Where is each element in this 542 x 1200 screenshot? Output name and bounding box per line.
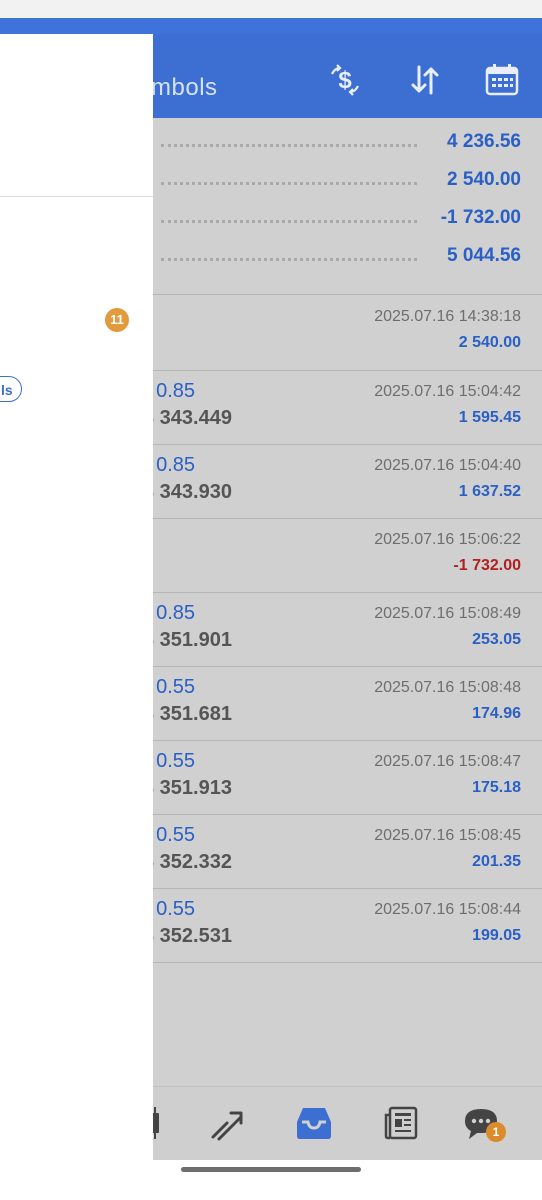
list-item[interactable]: / 0.85 3 343.930 2025.07.16 15:04:40 1 6… xyxy=(153,445,542,518)
drawer-pill-button[interactable]: ls xyxy=(0,376,22,402)
deal-time: 2025.07.16 15:04:42 xyxy=(374,383,521,400)
notification-badge: 11 xyxy=(105,308,129,332)
summary-row: 2 540.00 xyxy=(153,166,542,204)
calendar-icon[interactable] xyxy=(482,60,522,100)
deal-amount: 253.05 xyxy=(472,631,521,648)
deal-time: 2025.07.16 15:04:40 xyxy=(374,457,521,474)
list-item[interactable]: / 0.85 3 343.449 2025.07.16 15:04:42 1 5… xyxy=(153,371,542,444)
deal-volume: / 0.55 xyxy=(153,898,196,920)
deal-time: 2025.07.16 15:08:45 xyxy=(374,827,521,844)
list-item[interactable]: 2025.07.16 15:06:22 -1 732.00 xyxy=(153,519,542,592)
deal-price: 3 352.332 xyxy=(153,851,232,873)
summary-row: -1 732.00 xyxy=(153,204,542,242)
divider xyxy=(153,962,542,963)
deal-time: 2025.07.16 14:38:18 xyxy=(374,308,521,325)
deposit-dollar-icon[interactable]: $ xyxy=(325,60,365,100)
news-icon[interactable] xyxy=(380,1101,424,1145)
deal-amount: 1 637.52 xyxy=(458,483,521,500)
deal-volume: / 0.85 xyxy=(153,380,196,402)
deal-volume: / 0.55 xyxy=(153,676,196,698)
summary-value: 2 540.00 xyxy=(447,169,521,190)
deal-amount: 2 540.00 xyxy=(458,334,521,351)
sort-icon[interactable] xyxy=(405,60,445,100)
dotted-leader xyxy=(161,220,417,223)
svg-text:$: $ xyxy=(338,67,352,94)
deal-volume: / 0.85 xyxy=(153,454,196,476)
deal-price: 3 351.913 xyxy=(153,777,232,799)
side-drawer: 11 ls xyxy=(0,34,153,1200)
summary-value: -1 732.00 xyxy=(440,207,521,228)
deal-volume: / 0.55 xyxy=(153,750,196,772)
summary-section: 4 236.56 2 540.00 -1 732.00 5 044.56 xyxy=(153,118,542,294)
deal-time: 2025.07.16 15:06:22 xyxy=(374,531,521,548)
deal-amount: 175.18 xyxy=(472,779,521,796)
deal-amount: 1 595.45 xyxy=(458,409,521,426)
history-icon[interactable] xyxy=(292,1101,336,1145)
deal-amount: 201.35 xyxy=(472,853,521,870)
deal-amount: 174.96 xyxy=(472,705,521,722)
home-indicator[interactable] xyxy=(181,1167,361,1172)
deal-price: 3 351.901 xyxy=(153,629,232,651)
deal-price: 3 343.930 xyxy=(153,481,232,503)
list-item[interactable]: / 0.55 3 352.332 2025.07.16 15:08:45 201… xyxy=(153,815,542,888)
summary-value: 5 044.56 xyxy=(447,245,521,266)
top-accent-bar xyxy=(0,18,542,34)
deal-time: 2025.07.16 15:08:47 xyxy=(374,753,521,770)
divider xyxy=(0,196,153,197)
chat-badge: 1 xyxy=(486,1122,506,1142)
dotted-leader xyxy=(161,258,417,261)
app-header: mbols $ xyxy=(153,34,542,118)
header-title: mbols xyxy=(153,74,218,101)
deal-amount: 199.05 xyxy=(472,927,521,944)
summary-row: 4 236.56 xyxy=(153,128,542,166)
trade-icon[interactable] xyxy=(205,1101,249,1145)
deal-time: 2025.07.16 15:08:44 xyxy=(374,901,521,918)
deal-price: 3 343.449 xyxy=(153,407,232,429)
list-item[interactable]: 2025.07.16 14:38:18 2 540.00 xyxy=(153,296,542,370)
list-item[interactable]: / 0.55 3 351.913 2025.07.16 15:08:47 175… xyxy=(153,741,542,814)
deal-price: 3 352.531 xyxy=(153,925,232,947)
deal-volume: / 0.55 xyxy=(153,824,196,846)
quotes-icon[interactable] xyxy=(153,1101,179,1145)
divider xyxy=(153,294,542,295)
list-item[interactable]: / 0.85 3 351.901 2025.07.16 15:08:49 253… xyxy=(153,593,542,666)
dotted-leader xyxy=(161,144,417,147)
list-item[interactable]: / 0.55 3 352.531 2025.07.16 15:08:44 199… xyxy=(153,889,542,962)
summary-value: 4 236.56 xyxy=(447,131,521,152)
list-item[interactable]: / 0.55 3 351.681 2025.07.16 15:08:48 174… xyxy=(153,667,542,740)
deal-price: 3 351.681 xyxy=(153,703,232,725)
deal-time: 2025.07.16 15:08:49 xyxy=(374,605,521,622)
dotted-leader xyxy=(161,182,417,185)
deal-amount: -1 732.00 xyxy=(453,557,521,574)
status-bar-area xyxy=(0,0,542,18)
deal-volume: / 0.85 xyxy=(153,602,196,624)
summary-row: 5 044.56 xyxy=(153,242,542,280)
bottom-nav xyxy=(153,1086,542,1160)
history-screen: mbols $ 4 236.56 2 540.00 -1 732.00 5 04… xyxy=(153,34,542,1160)
deal-time: 2025.07.16 15:08:48 xyxy=(374,679,521,696)
